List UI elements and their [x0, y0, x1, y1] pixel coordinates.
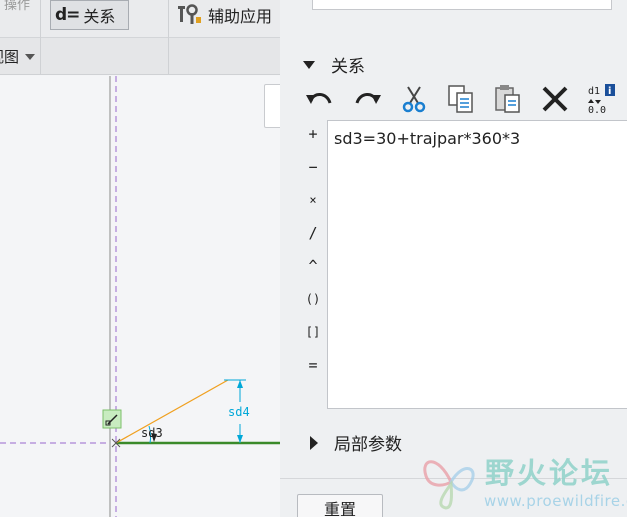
paste-icon — [495, 85, 520, 113]
relations-section-header[interactable]: 关系 — [303, 52, 365, 77]
show-values-button[interactable]: d1 0.0 i — [584, 83, 620, 115]
relations-section-label: 关系 — [331, 57, 365, 77]
relations-button-label: 关系 — [83, 7, 116, 26]
operator-parentheses-button[interactable]: () — [300, 287, 326, 311]
view-dropdown-label: 视图 — [0, 48, 20, 66]
reset-button[interactable]: 重置 — [297, 494, 383, 517]
dim-sd4[interactable]: sd4 — [228, 405, 250, 419]
undo-icon — [306, 93, 332, 104]
redo-icon — [355, 93, 381, 104]
operator-multiply-button[interactable]: × — [300, 188, 326, 212]
relations-panel: 关系 d1 0.0 i + − × / ^ () [] = sd3=30+tra… — [280, 0, 627, 517]
panel-divider — [280, 478, 627, 479]
angle-line[interactable] — [115, 379, 229, 444]
sketch-area: 操作 d= 关系 辅助应用 视图 — [0, 0, 280, 517]
ribbon-divider — [168, 0, 169, 75]
cut-button[interactable] — [396, 83, 432, 115]
view-dropdown[interactable]: 视图 — [0, 46, 36, 67]
copy-button[interactable] — [443, 83, 479, 115]
expand-down-icon — [303, 60, 315, 69]
tools-icon — [178, 4, 201, 24]
relations-icon: d= — [55, 5, 80, 25]
local-params-section-label: 局部参数 — [334, 435, 402, 455]
undo-button[interactable] — [302, 83, 338, 115]
dim-sd3[interactable]: sd3 — [141, 426, 163, 440]
sketch-graphics: sd4 sd3 — [0, 76, 280, 517]
relations-toolbar: d1 0.0 i — [302, 82, 620, 116]
ribbon-sub-row: 视图 — [0, 38, 280, 75]
operator-power-button[interactable]: ^ — [300, 254, 326, 278]
paste-button[interactable] — [490, 83, 526, 115]
ribbon-top-row: 操作 d= 关系 辅助应用 — [0, 0, 280, 38]
sketch-canvas[interactable]: sd4 sd3 — [0, 76, 280, 517]
relations-editor-text: sd3=30+trajpar*360*3 — [334, 129, 521, 148]
redo-button[interactable] — [349, 83, 385, 115]
copy-icon — [448, 85, 473, 113]
svg-text:0.0: 0.0 — [588, 105, 606, 115]
delete-icon — [542, 86, 568, 112]
assist-apps-label: 辅助应用 — [208, 7, 273, 26]
relations-editor[interactable]: sd3=30+trajpar*360*3 — [327, 120, 627, 409]
expand-right-icon — [310, 435, 318, 450]
ribbon-group-label: 操作 — [4, 0, 31, 13]
delete-button[interactable] — [537, 83, 573, 115]
svg-text:i: i — [608, 86, 611, 97]
canvas-mini-button[interactable] — [264, 84, 280, 128]
ribbon-divider — [40, 0, 41, 75]
operator-plus-button[interactable]: + — [300, 122, 326, 146]
local-params-section-header[interactable]: 局部参数 — [310, 430, 402, 455]
operator-divide-button[interactable]: / — [300, 221, 326, 245]
relations-button[interactable]: d= 关系 — [50, 0, 129, 30]
cut-icon — [402, 86, 426, 113]
svg-text:d1: d1 — [588, 86, 600, 97]
operator-equals-button[interactable]: = — [300, 353, 326, 377]
operator-minus-button[interactable]: − — [300, 155, 326, 179]
top-input-box[interactable] — [312, 0, 612, 10]
assist-apps-button[interactable]: 辅助应用 — [178, 0, 272, 30]
chevron-down-icon — [25, 53, 36, 60]
operator-brackets-button[interactable]: [] — [300, 320, 326, 344]
dim-arrow — [237, 380, 243, 388]
show-values-icon: d1 0.0 i — [588, 84, 615, 115]
